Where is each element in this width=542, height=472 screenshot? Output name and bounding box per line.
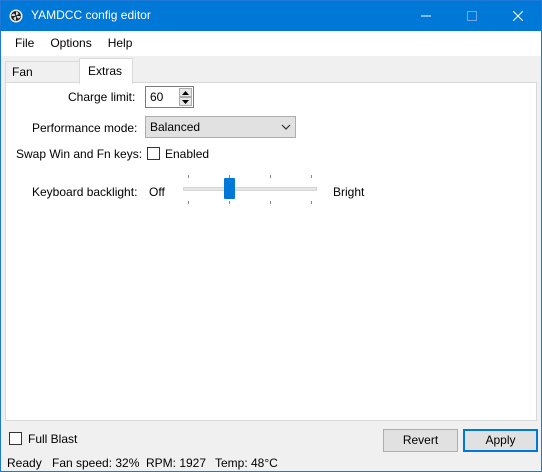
full-blast-label[interactable]: Full Blast xyxy=(28,432,77,446)
menu-help[interactable]: Help xyxy=(100,31,141,56)
close-icon xyxy=(513,11,523,21)
status-rpm: RPM: 1927 xyxy=(146,456,207,470)
chevron-up-icon xyxy=(182,90,189,95)
backlight-off-label: Off xyxy=(149,185,165,199)
menu-file[interactable]: File xyxy=(7,31,42,56)
menu-bar: File Options Help xyxy=(1,31,541,56)
minimize-icon xyxy=(421,15,431,17)
tab-extras[interactable]: Extras xyxy=(79,58,133,84)
slider-tick xyxy=(229,175,230,178)
backlight-bright-label: Bright xyxy=(333,185,365,199)
revert-button[interactable]: Revert xyxy=(383,429,458,452)
title-bar[interactable]: YAMDCC config editor xyxy=(1,1,541,31)
slider-tick xyxy=(270,175,271,178)
charge-limit-label: Charge limit: xyxy=(68,90,136,104)
close-button[interactable] xyxy=(495,1,541,31)
maximize-icon xyxy=(467,11,477,21)
status-temp: Temp: 48°C xyxy=(215,456,278,470)
swap-keys-checkbox-label[interactable]: Enabled xyxy=(165,147,209,161)
app-window: YAMDCC config editor File Options Help F… xyxy=(0,0,542,472)
spin-down-button[interactable] xyxy=(179,97,192,106)
performance-mode-value: Balanced xyxy=(150,120,201,134)
extras-tab-page: Charge limit: 60 Performance mode: Balan… xyxy=(5,82,537,421)
performance-mode-label: Performance mode: xyxy=(32,121,138,135)
status-fan-speed: Fan speed: 32% xyxy=(52,456,140,470)
chevron-down-icon xyxy=(281,124,291,130)
slider-tick xyxy=(311,175,312,178)
charge-limit-stepper[interactable]: 60 xyxy=(145,86,194,108)
slider-tick xyxy=(311,201,312,204)
slider-tick xyxy=(229,201,230,204)
performance-mode-select[interactable]: Balanced xyxy=(145,116,296,138)
swap-keys-checkbox[interactable] xyxy=(147,147,160,160)
window-title: YAMDCC config editor xyxy=(31,8,151,22)
apply-button[interactable]: Apply xyxy=(463,429,538,452)
tab-fan-control[interactable]: Fan Control xyxy=(5,61,80,99)
backlight-slider-thumb[interactable] xyxy=(223,178,235,199)
charge-limit-value[interactable]: 60 xyxy=(150,90,163,104)
slider-tick xyxy=(188,175,189,178)
slider-tick xyxy=(188,201,189,204)
chevron-down-icon xyxy=(182,99,189,104)
swap-keys-label: Swap Win and Fn keys: xyxy=(16,147,143,161)
maximize-button[interactable] xyxy=(449,1,495,31)
slider-tick xyxy=(270,201,271,204)
fan-app-icon xyxy=(9,9,23,23)
tab-strip: Fan Control Extras xyxy=(1,56,541,99)
spin-up-button[interactable] xyxy=(179,88,192,97)
minimize-button[interactable] xyxy=(403,1,449,31)
menu-options[interactable]: Options xyxy=(42,31,99,56)
status-state: Ready xyxy=(7,456,42,470)
backlight-slider-track[interactable] xyxy=(183,187,317,191)
keyboard-backlight-label: Keyboard backlight: xyxy=(32,185,138,199)
full-blast-checkbox[interactable] xyxy=(9,432,22,445)
